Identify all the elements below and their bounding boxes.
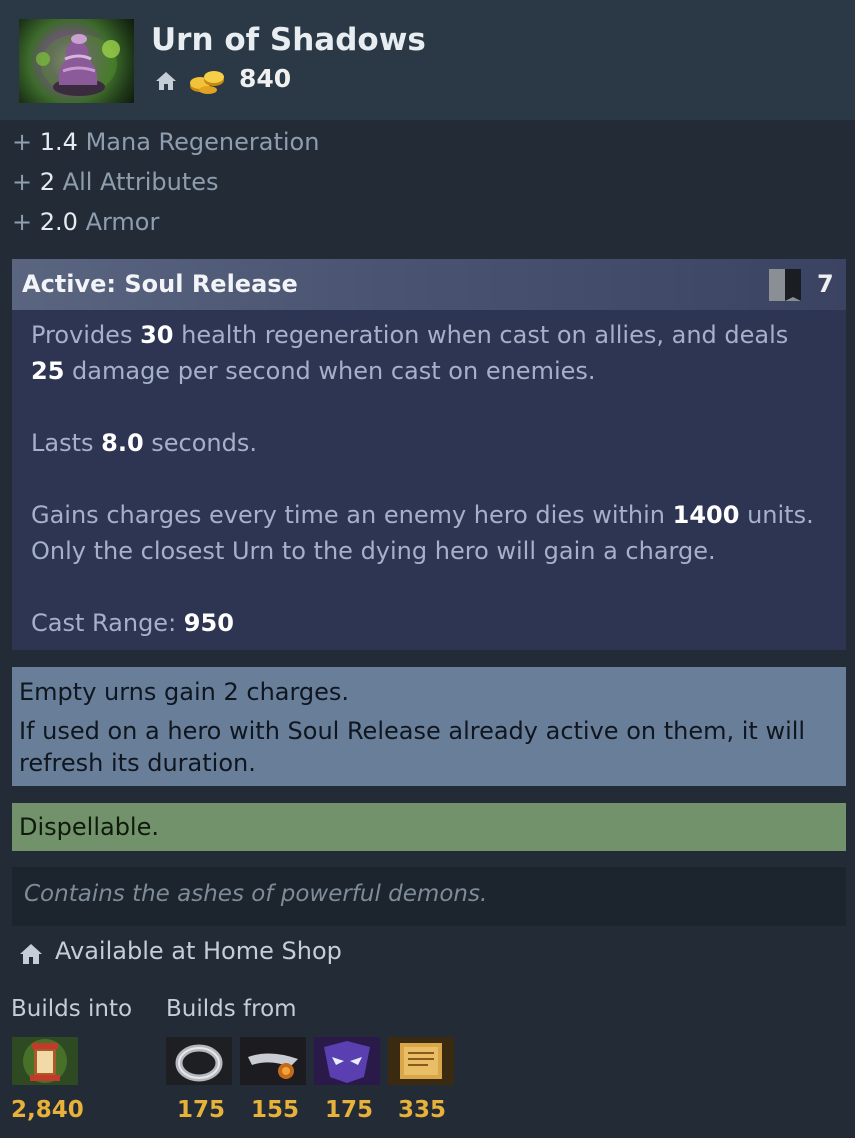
attribute-mana-regen: + 1.4 Mana Regeneration <box>12 128 320 156</box>
description-line-1: Provides 30 health regeneration when cas… <box>31 321 789 349</box>
description-cast-range: Cast Range: 950 <box>31 609 234 637</box>
builds-into-label: Builds into <box>11 996 133 1022</box>
builds-into-price: 2,840 <box>11 1097 84 1123</box>
builds-from-price-2: 155 <box>251 1097 300 1123</box>
attribute-all-attributes: + 2 All Attributes <box>12 168 219 196</box>
availability-text: Available at Home Shop <box>55 937 342 965</box>
ring-of-protection-icon[interactable] <box>166 1037 232 1085</box>
spirit-vessel-icon[interactable] <box>12 1037 78 1085</box>
notes-panel: Empty urns gain 2 charges. If used on a … <box>12 667 846 786</box>
builds-from-price-4: 335 <box>398 1097 447 1123</box>
active-ability-header: Active: Soul Release 7 <box>12 259 846 310</box>
lore-text: Contains the ashes of powerful demons. <box>24 881 488 907</box>
builds-from-price-3: 175 <box>325 1097 374 1123</box>
cooldown-icon <box>769 269 801 301</box>
item-name: Urn of Shadows <box>151 22 426 58</box>
gold-coins-icon <box>190 71 224 94</box>
cooldown-value: 7 <box>817 270 834 298</box>
item-header: Urn of Shadows 840 <box>0 0 855 120</box>
sages-mask-icon[interactable] <box>240 1037 306 1085</box>
description-duration: Lasts 8.0 seconds. <box>31 429 257 457</box>
description-charges: Gains charges every time an enemy hero d… <box>31 501 814 529</box>
builds-from-price-1: 175 <box>177 1097 226 1123</box>
active-ability-title: Active: Soul Release <box>22 270 298 298</box>
active-ability-panel: Active: Soul Release 7 Provides 30 healt… <box>12 259 846 650</box>
lore-panel: Contains the ashes of powerful demons. <box>12 867 846 926</box>
recipe-scroll-icon[interactable] <box>388 1037 454 1085</box>
circlet-icon[interactable] <box>314 1037 380 1085</box>
home-shop-icon <box>156 72 176 90</box>
item-cost: 840 <box>239 64 292 93</box>
note-line-1: Empty urns gain 2 charges. <box>19 678 350 706</box>
urn-of-shadows-icon <box>19 19 134 103</box>
builds-from-label: Builds from <box>166 996 297 1022</box>
dispel-panel: Dispellable. <box>12 803 846 851</box>
dispel-text: Dispellable. <box>19 813 159 841</box>
home-shop-icon <box>20 944 42 964</box>
description-closest-urn: Only the closest Urn to the dying hero w… <box>31 537 716 565</box>
note-line-3: refresh its duration. <box>19 749 256 777</box>
note-line-2: If used on a hero with Soul Release alre… <box>19 717 806 745</box>
attribute-armor: + 2.0 Armor <box>12 208 160 236</box>
description-line-2: 25 damage per second when cast on enemie… <box>31 357 596 385</box>
